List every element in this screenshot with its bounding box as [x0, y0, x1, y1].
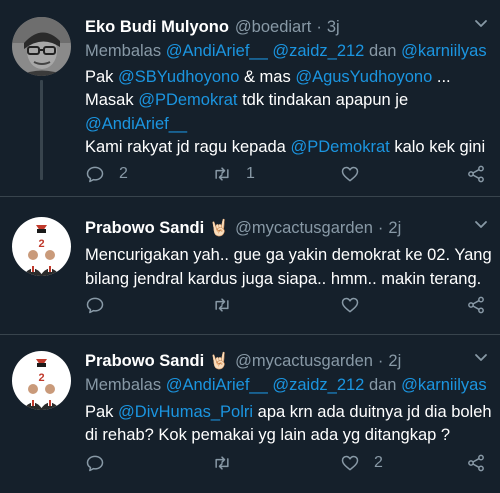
timestamp[interactable]: 2j: [388, 219, 401, 238]
tweet[interactable]: 2 Prabowo Sandi 🤘🏻 @mycactusgarden · 2j …: [0, 335, 500, 493]
reply-icon: [86, 166, 104, 183]
mention-link[interactable]: @DivHumas_Polri: [118, 403, 253, 421]
avatar-badge: 2: [38, 372, 44, 384]
reply-button[interactable]: 2: [85, 164, 128, 184]
tweet-actions: 2: [0, 453, 500, 475]
separator-dot: ·: [377, 351, 384, 370]
author-handle[interactable]: @boediart: [235, 18, 311, 37]
author-handle[interactable]: @mycactusgarden: [235, 219, 373, 238]
reply-button[interactable]: [85, 295, 119, 315]
mention-link[interactable]: @karniilyas: [401, 376, 487, 394]
like-button[interactable]: [340, 164, 374, 184]
mention-link[interactable]: @SBYudhoyono: [118, 68, 239, 86]
avatar[interactable]: 2: [12, 217, 71, 276]
mention-link[interactable]: @AndiArief__: [166, 376, 268, 394]
sign-of-horns-emoji: 🤘🏻: [209, 220, 230, 237]
mention-link[interactable]: @PDemokrat: [290, 138, 389, 156]
separator-dot: ·: [316, 17, 322, 36]
tweet-header: Prabowo Sandi 🤘🏻 @mycactusgarden · 2j: [85, 215, 492, 241]
caret-down-icon[interactable]: [474, 350, 488, 364]
tweet[interactable]: Eko Budi Mulyono @boediart · 3j Membalas…: [0, 0, 500, 196]
sign-of-horns-emoji: 🤘🏻: [209, 353, 230, 370]
reply-icon: [86, 455, 104, 472]
share-button[interactable]: [466, 453, 486, 473]
retweet-button[interactable]: 1: [212, 164, 255, 184]
tweet-text: Mencurigakan yah.. gue ga yakin demokrat…: [85, 246, 492, 288]
share-icon: [468, 454, 484, 472]
retweet-icon: [215, 167, 229, 181]
author-handle[interactable]: @mycactusgarden: [235, 352, 373, 371]
mention-link[interactable]: @PDemokrat: [138, 91, 237, 109]
like-icon: [341, 166, 359, 182]
like-count: 2: [374, 454, 383, 471]
mention-link[interactable]: @AgusYudhoyono: [295, 68, 432, 86]
share-icon: [468, 165, 484, 183]
share-button[interactable]: [466, 164, 486, 184]
tweet-text: Pak @DivHumas_Polri apa krn ada duitnya …: [85, 402, 492, 445]
reply-icon: [86, 297, 104, 314]
tweet-header: Prabowo Sandi 🤘🏻 @mycactusgarden · 2j: [85, 348, 492, 374]
retweet-button[interactable]: [212, 295, 246, 315]
timestamp[interactable]: 2j: [388, 352, 401, 371]
like-icon: [341, 455, 359, 471]
author-name[interactable]: Prabowo Sandi: [85, 219, 204, 238]
reply-context: Membalas @AndiArief__ @zaidz_212 dan @ka…: [85, 376, 487, 394]
mention-link[interactable]: @karniilyas: [401, 42, 487, 60]
reply-button[interactable]: [85, 453, 119, 473]
retweet-count: 1: [246, 165, 255, 182]
mention-link[interactable]: @AndiArief__: [85, 115, 187, 133]
caret-down-icon[interactable]: [474, 16, 488, 30]
mention-link[interactable]: @zaidz_212: [272, 42, 364, 60]
retweet-icon: [215, 456, 229, 470]
reply-count: 2: [119, 165, 128, 182]
retweet-icon: [215, 298, 229, 312]
like-button[interactable]: 2: [340, 453, 383, 473]
caret-down-icon[interactable]: [474, 217, 488, 231]
avatar[interactable]: 2: [12, 351, 71, 410]
author-name[interactable]: Eko Budi Mulyono: [85, 18, 229, 37]
mention-link[interactable]: @zaidz_212: [272, 376, 364, 394]
like-button[interactable]: [340, 295, 374, 315]
author-name[interactable]: Prabowo Sandi: [85, 352, 204, 371]
tweet-actions: 2 1: [0, 164, 500, 186]
mention-link[interactable]: @AndiArief__: [166, 42, 268, 60]
like-icon: [341, 297, 359, 313]
separator-dot: ·: [377, 218, 384, 237]
tweet-actions: [0, 295, 500, 317]
tweet-text: Pak @SBYudhoyono & mas @AgusYudhoyono ..…: [85, 67, 486, 157]
tweet[interactable]: 2 Prabowo Sandi 🤘🏻 @mycactusgarden · 2j …: [0, 197, 500, 334]
retweet-button[interactable]: [212, 453, 246, 473]
avatar[interactable]: [12, 17, 71, 76]
share-icon: [468, 296, 484, 314]
avatar-badge: 2: [38, 238, 44, 250]
share-button[interactable]: [466, 295, 486, 315]
tweet-header: Eko Budi Mulyono @boediart · 3j: [85, 14, 492, 40]
reply-context: Membalas @AndiArief__ @zaidz_212 dan @ka…: [85, 42, 487, 60]
timestamp[interactable]: 3j: [327, 18, 340, 37]
